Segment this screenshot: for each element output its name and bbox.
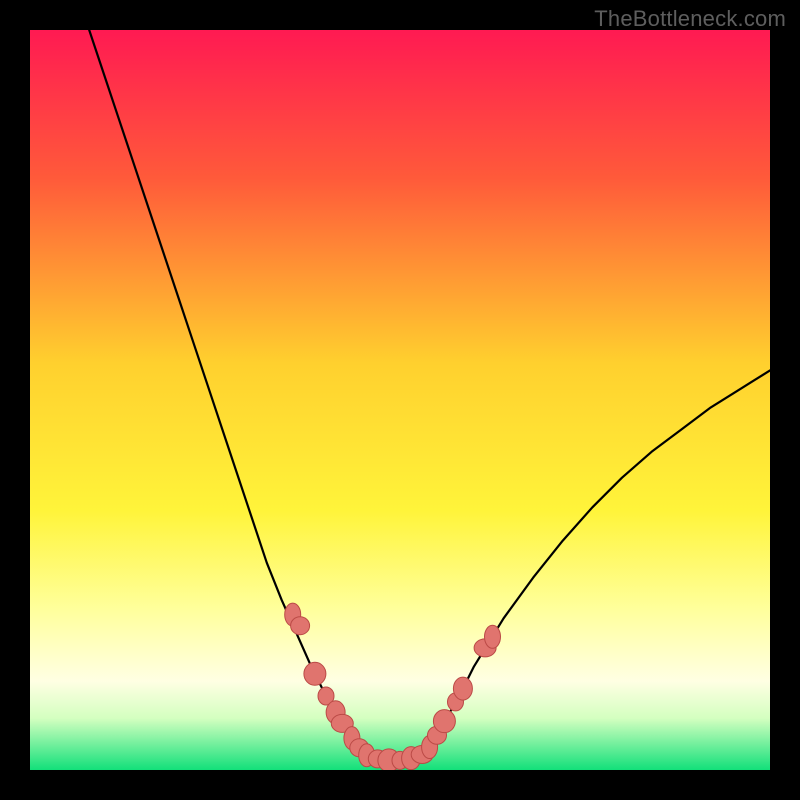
watermark-text: TheBottleneck.com	[594, 6, 786, 32]
plot-area	[30, 30, 770, 770]
chart-svg	[30, 30, 770, 770]
chart-frame: TheBottleneck.com	[0, 0, 800, 800]
